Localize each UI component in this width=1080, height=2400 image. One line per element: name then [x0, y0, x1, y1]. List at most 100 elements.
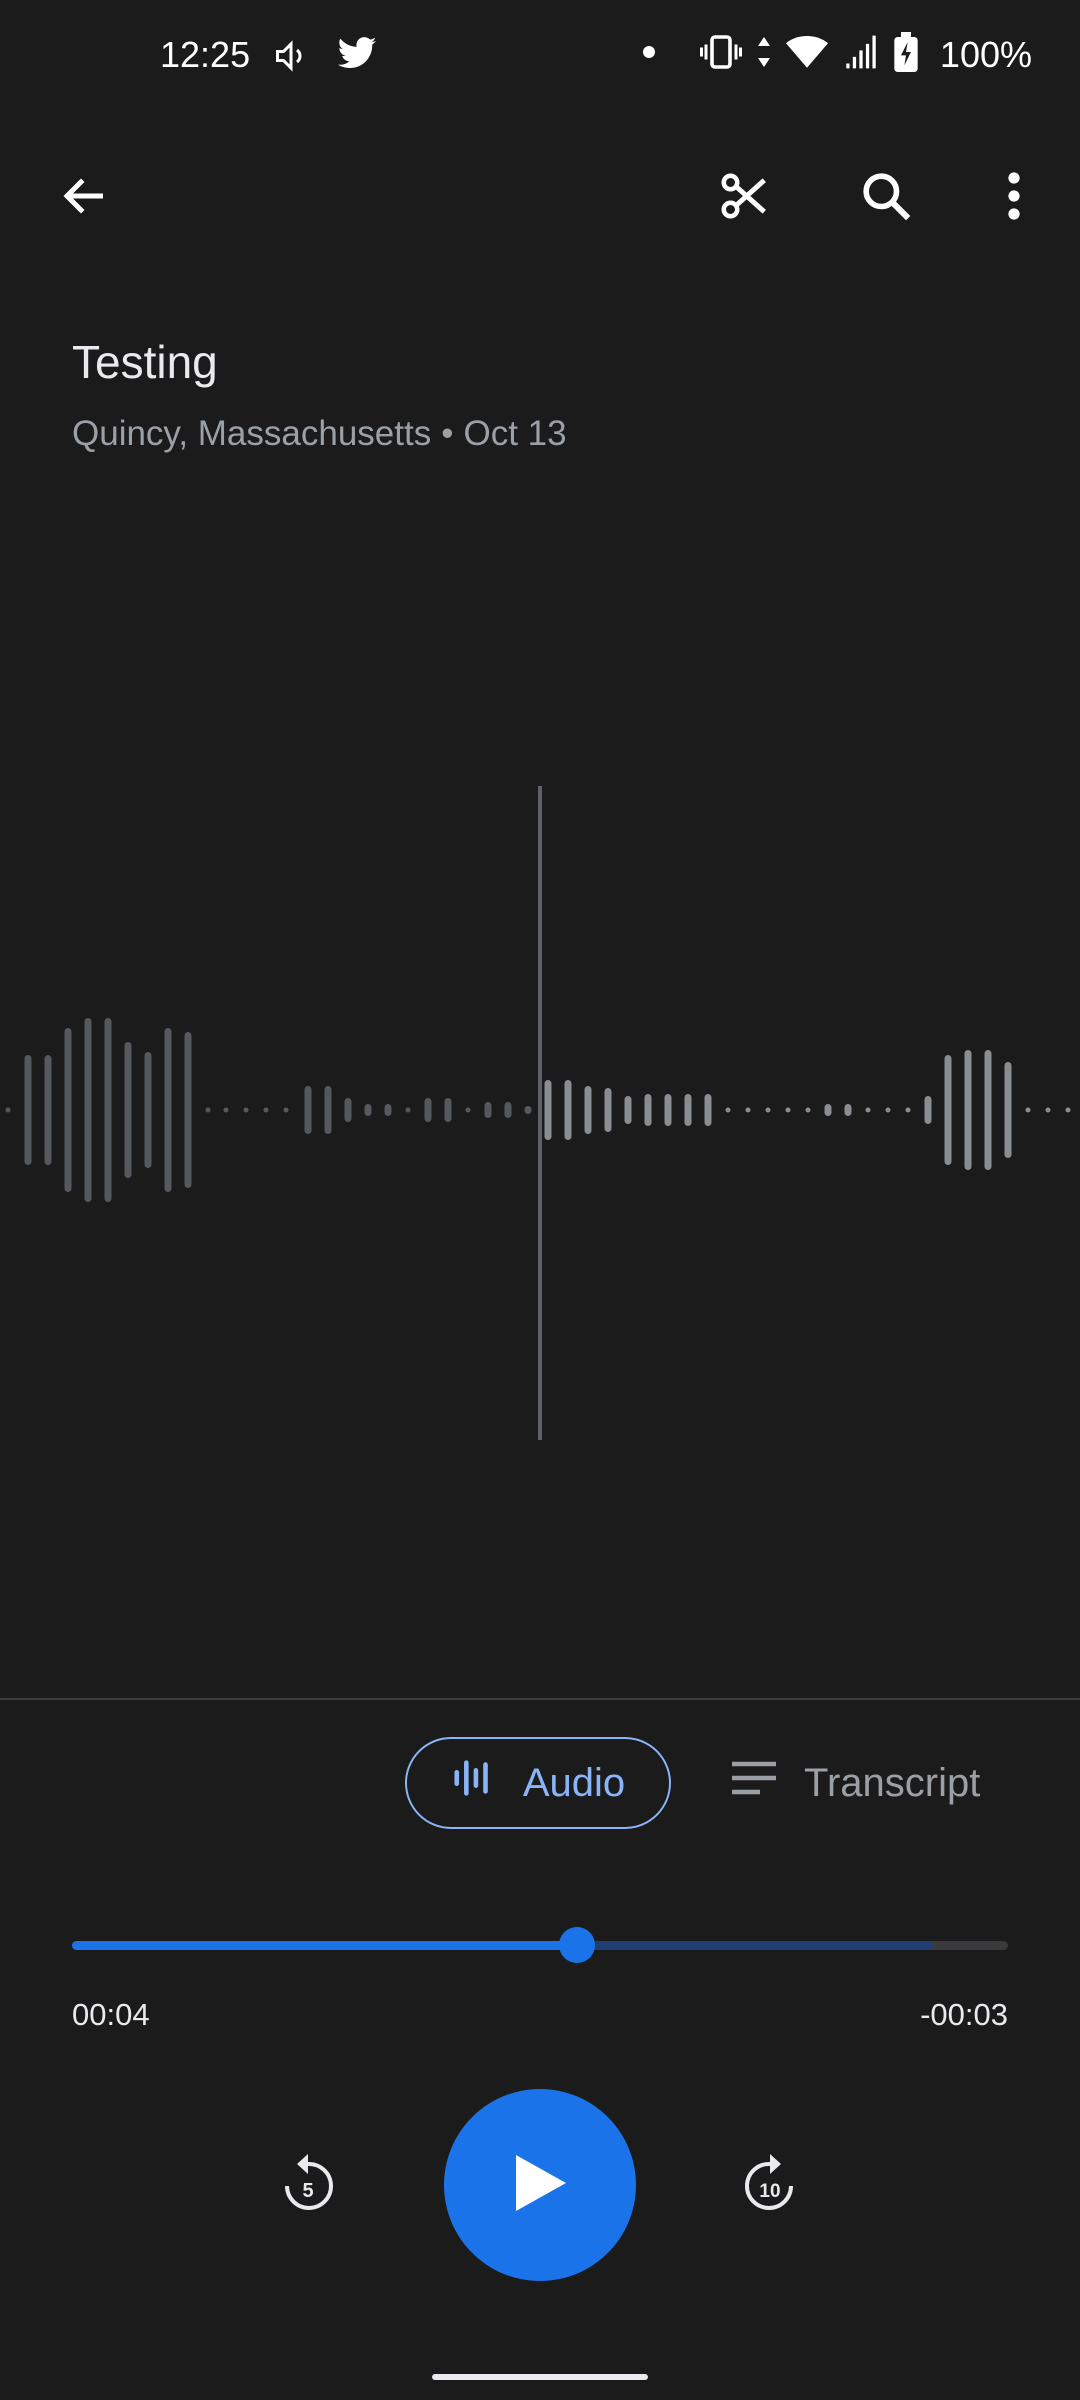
recording-meta: Quincy, Massachusetts • Oct 13: [72, 414, 567, 454]
rewind-seconds: 5: [302, 2180, 313, 2202]
waveform-bar: [364, 1104, 372, 1116]
waveform-bar: [504, 1102, 512, 1118]
waveform-bar: [484, 1102, 492, 1118]
waveform-bar: [205, 1107, 211, 1113]
waveform-bar: [865, 1107, 871, 1113]
waveform-bar: [223, 1107, 229, 1113]
playhead-line: [538, 786, 542, 1440]
home-indicator[interactable]: [432, 2374, 648, 2380]
play-icon: [510, 2151, 570, 2220]
waveform-bar: [124, 1042, 132, 1178]
waveform-bar: [1045, 1107, 1051, 1113]
waveform-bar: [624, 1096, 632, 1124]
battery-charging-icon: [894, 32, 918, 77]
wifi-icon: [785, 34, 828, 75]
waveform-bar: [1065, 1107, 1071, 1113]
status-clock: 12:25: [160, 34, 251, 75]
tab-audio-label: Audio: [522, 1760, 626, 1805]
waveform-bar: [684, 1094, 692, 1126]
replay-5-icon: 5: [285, 2154, 333, 2210]
twitter-icon: [336, 36, 378, 77]
waveform-bar: [44, 1055, 52, 1165]
waveform-bar: [243, 1107, 249, 1113]
waveform-bar: [564, 1080, 572, 1140]
forward-10-icon: 10: [745, 2154, 793, 2210]
waveform-bar: [304, 1086, 312, 1134]
tab-audio[interactable]: Audio: [405, 1737, 671, 1829]
waveform-bar: [104, 1018, 112, 1202]
battery-percentage: 100%: [939, 33, 1032, 75]
more-vert-icon: [1004, 169, 1024, 228]
recording-title[interactable]: Testing: [72, 335, 218, 389]
waveform-bar: [164, 1028, 172, 1192]
seek-progress: [72, 1941, 578, 1950]
forward-seconds: 10: [759, 2181, 780, 2202]
audio-waves-icon: [451, 1755, 497, 1811]
waveform-bar: [664, 1094, 672, 1126]
waveform-bar: [704, 1094, 712, 1126]
more-options-button[interactable]: [966, 150, 1062, 246]
play-button[interactable]: [444, 2089, 636, 2281]
waveform-bar: [725, 1107, 731, 1113]
waveform-bar: [1025, 1107, 1031, 1113]
rewind-button[interactable]: 5: [263, 2140, 353, 2230]
notification-dot-icon: [642, 45, 656, 64]
elapsed-time: 00:04: [72, 1997, 150, 2032]
search-icon: [858, 168, 914, 229]
waveform-bar: [745, 1107, 751, 1113]
waveform-bar: [384, 1104, 392, 1116]
waveform-bar: [84, 1018, 92, 1202]
trim-button[interactable]: [696, 150, 792, 246]
waveform-bar: [824, 1104, 832, 1116]
waveform-bar: [944, 1055, 952, 1165]
waveform-bar: [844, 1104, 852, 1116]
waveform-bar: [644, 1094, 652, 1126]
tab-transcript-label: Transcript: [804, 1760, 981, 1805]
waveform-bar: [444, 1098, 452, 1122]
audio-waveform[interactable]: [0, 780, 1080, 1440]
recording-date: Oct 13: [463, 414, 567, 453]
back-arrow-icon: [58, 169, 112, 228]
waveform-bar: [283, 1107, 289, 1113]
waveform-bar: [984, 1050, 992, 1170]
waveform-bar: [144, 1052, 152, 1168]
waveform-bar: [263, 1107, 269, 1113]
recording-location: Quincy, Massachusetts: [72, 414, 432, 453]
waveform-bar: [424, 1098, 432, 1122]
seek-bar[interactable]: [72, 1927, 1008, 1963]
waveform-bar: [405, 1107, 411, 1113]
notes-icon: [730, 1758, 778, 1808]
back-button[interactable]: [37, 150, 133, 246]
waveform-bar: [584, 1086, 592, 1134]
section-divider: [0, 1698, 1080, 1700]
tab-transcript[interactable]: Transcript: [730, 1737, 1030, 1829]
waveform-bar: [885, 1107, 891, 1113]
waveform-bar: [24, 1055, 32, 1165]
scissors-icon: [717, 169, 771, 228]
waveform-bar: [544, 1080, 552, 1140]
waveform-bar: [785, 1107, 791, 1113]
waveform-bar: [765, 1107, 771, 1113]
waveform-bar: [64, 1028, 72, 1192]
waveform-bar: [324, 1086, 332, 1134]
volume-icon: [272, 38, 310, 79]
forward-button[interactable]: 10: [725, 2140, 815, 2230]
waveform-bar: [924, 1096, 932, 1124]
vibrate-icon: [699, 34, 742, 75]
waveform-bar: [184, 1032, 192, 1188]
remaining-time: -00:03: [920, 1997, 1008, 2032]
waveform-bar: [964, 1050, 972, 1170]
meta-separator: •: [441, 414, 454, 453]
search-button[interactable]: [838, 150, 934, 246]
waveform-bar: [524, 1106, 532, 1114]
seek-thumb[interactable]: [559, 1927, 596, 1963]
waveform-bar: [344, 1098, 352, 1122]
data-arrows-icon: [756, 34, 772, 75]
status-icons: 100%: [642, 32, 1032, 77]
waveform-bar: [805, 1107, 811, 1113]
status-bar: 12:25 100%: [0, 0, 1080, 115]
waveform-bar: [5, 1107, 11, 1113]
waveform-bar: [905, 1107, 911, 1113]
signal-icon: [842, 34, 880, 75]
waveform-bar: [604, 1088, 612, 1132]
